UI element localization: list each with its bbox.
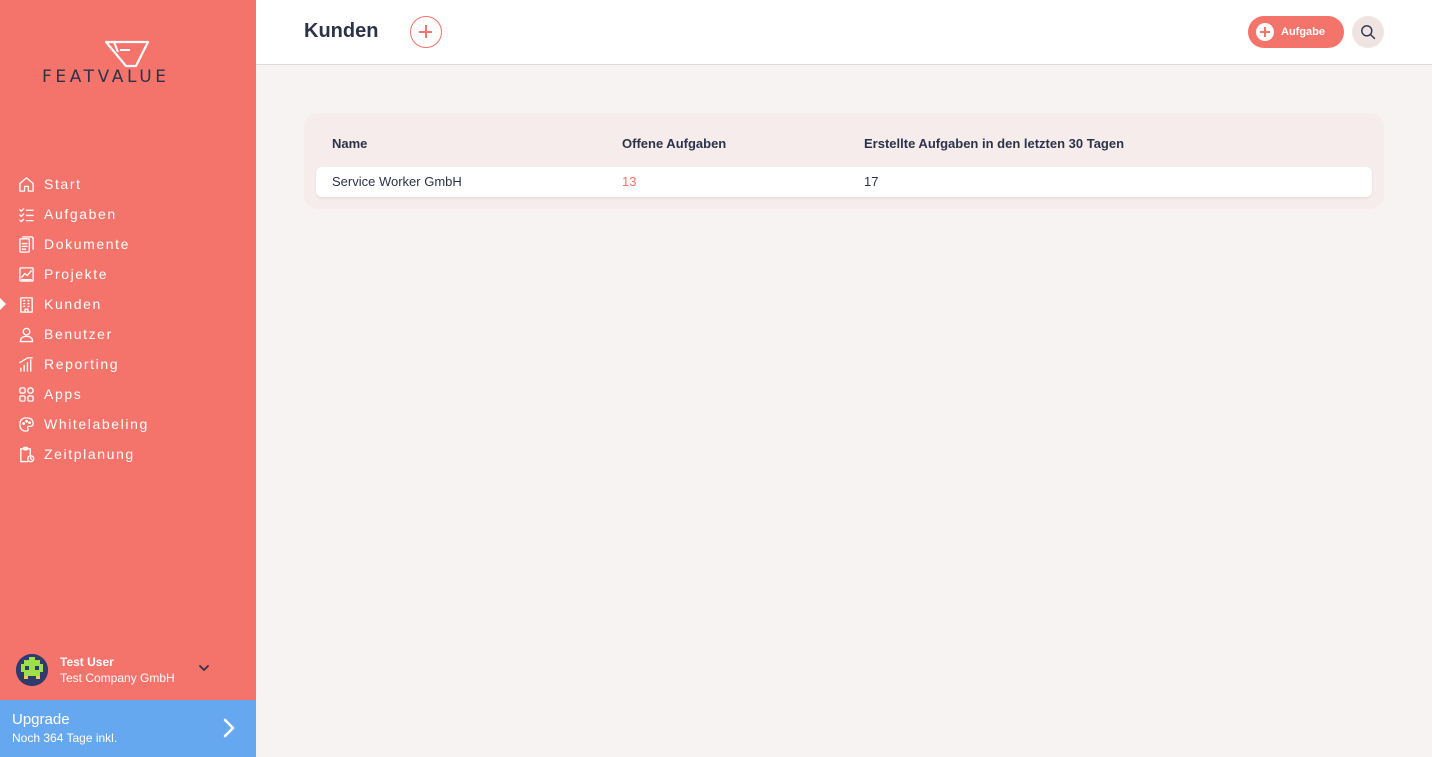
nav-label: Zeitplanung xyxy=(44,446,135,462)
nav-item-whitelabeling[interactable]: Whitelabeling xyxy=(0,409,256,439)
table-row[interactable]: Service Worker GmbH 13 17 xyxy=(316,167,1372,197)
user-icon xyxy=(17,325,35,343)
chevron-right-icon xyxy=(223,718,235,738)
nav-item-aufgaben[interactable]: Aufgaben xyxy=(0,199,256,229)
avatar xyxy=(16,654,48,686)
nav-label: Kunden xyxy=(44,296,102,312)
apps-icon xyxy=(17,385,35,403)
user-name: Test User xyxy=(60,655,114,669)
nav-label: Start xyxy=(44,176,82,192)
plus-icon xyxy=(1256,23,1274,41)
sidebar: FEATVALUE Start Aufgaben Dokumente Proje… xyxy=(0,0,256,757)
cell-open-tasks[interactable]: 13 xyxy=(622,174,636,189)
nav-item-reporting[interactable]: Reporting xyxy=(0,349,256,379)
column-header-created-tasks[interactable]: Erstellte Aufgaben in den letzten 30 Tag… xyxy=(864,136,1124,151)
upgrade-subtitle: Noch 364 Tage inkl. xyxy=(12,731,118,745)
customers-table: Name Offene Aufgaben Erstellte Aufgaben … xyxy=(304,113,1384,209)
nav-item-benutzer[interactable]: Benutzer xyxy=(0,319,256,349)
nav-item-dokumente[interactable]: Dokumente xyxy=(0,229,256,259)
search-button[interactable] xyxy=(1352,16,1384,48)
nav-label: Aufgaben xyxy=(44,206,117,222)
nav-item-zeitplanung[interactable]: Zeitplanung xyxy=(0,439,256,469)
nav-label: Benutzer xyxy=(44,326,113,342)
main-nav: Start Aufgaben Dokumente Projekte Kunden… xyxy=(0,169,256,469)
active-indicator xyxy=(0,298,6,310)
logo-mark-icon xyxy=(104,40,150,68)
page-title: Kunden xyxy=(304,20,379,42)
nav-item-apps[interactable]: Apps xyxy=(0,379,256,409)
palette-icon xyxy=(17,415,35,433)
nav-item-start[interactable]: Start xyxy=(0,169,256,199)
nav-label: Apps xyxy=(44,386,83,402)
column-header-open-tasks[interactable]: Offene Aufgaben xyxy=(622,136,726,151)
bars-icon xyxy=(17,355,35,373)
nav-label: Dokumente xyxy=(44,236,130,252)
nav-label: Projekte xyxy=(44,266,109,282)
add-task-button[interactable]: Aufgabe xyxy=(1248,16,1344,48)
checklist-icon xyxy=(17,205,35,223)
cell-created-tasks: 17 xyxy=(864,174,879,189)
avatar-pixel-icon xyxy=(16,654,48,686)
nav-item-projekte[interactable]: Projekte xyxy=(0,259,256,289)
user-menu[interactable]: Test User Test Company GmbH xyxy=(16,652,246,688)
building-icon xyxy=(17,295,35,313)
upgrade-banner[interactable]: Upgrade Noch 364 Tage inkl. xyxy=(0,700,256,757)
nav-label: Reporting xyxy=(44,356,120,372)
clipboard-clock-icon xyxy=(17,445,35,463)
column-header-name[interactable]: Name xyxy=(332,136,367,151)
add-task-label: Aufgabe xyxy=(1281,26,1325,38)
home-icon xyxy=(17,175,35,193)
add-customer-button[interactable] xyxy=(410,16,442,48)
document-icon xyxy=(17,235,35,253)
chart-icon xyxy=(17,265,35,283)
user-company: Test Company GmbH xyxy=(60,671,175,685)
nav-label: Whitelabeling xyxy=(44,416,149,432)
search-icon xyxy=(1361,25,1376,40)
top-bar: Kunden Aufgabe xyxy=(256,0,1432,65)
upgrade-title: Upgrade xyxy=(12,711,70,728)
brand-logo[interactable]: FEATVALUE xyxy=(42,40,214,90)
cell-customer-name: Service Worker GmbH xyxy=(332,174,462,189)
brand-name: FEATVALUE xyxy=(42,67,170,87)
chevron-down-icon[interactable] xyxy=(198,662,210,674)
nav-item-kunden[interactable]: Kunden xyxy=(0,289,256,319)
